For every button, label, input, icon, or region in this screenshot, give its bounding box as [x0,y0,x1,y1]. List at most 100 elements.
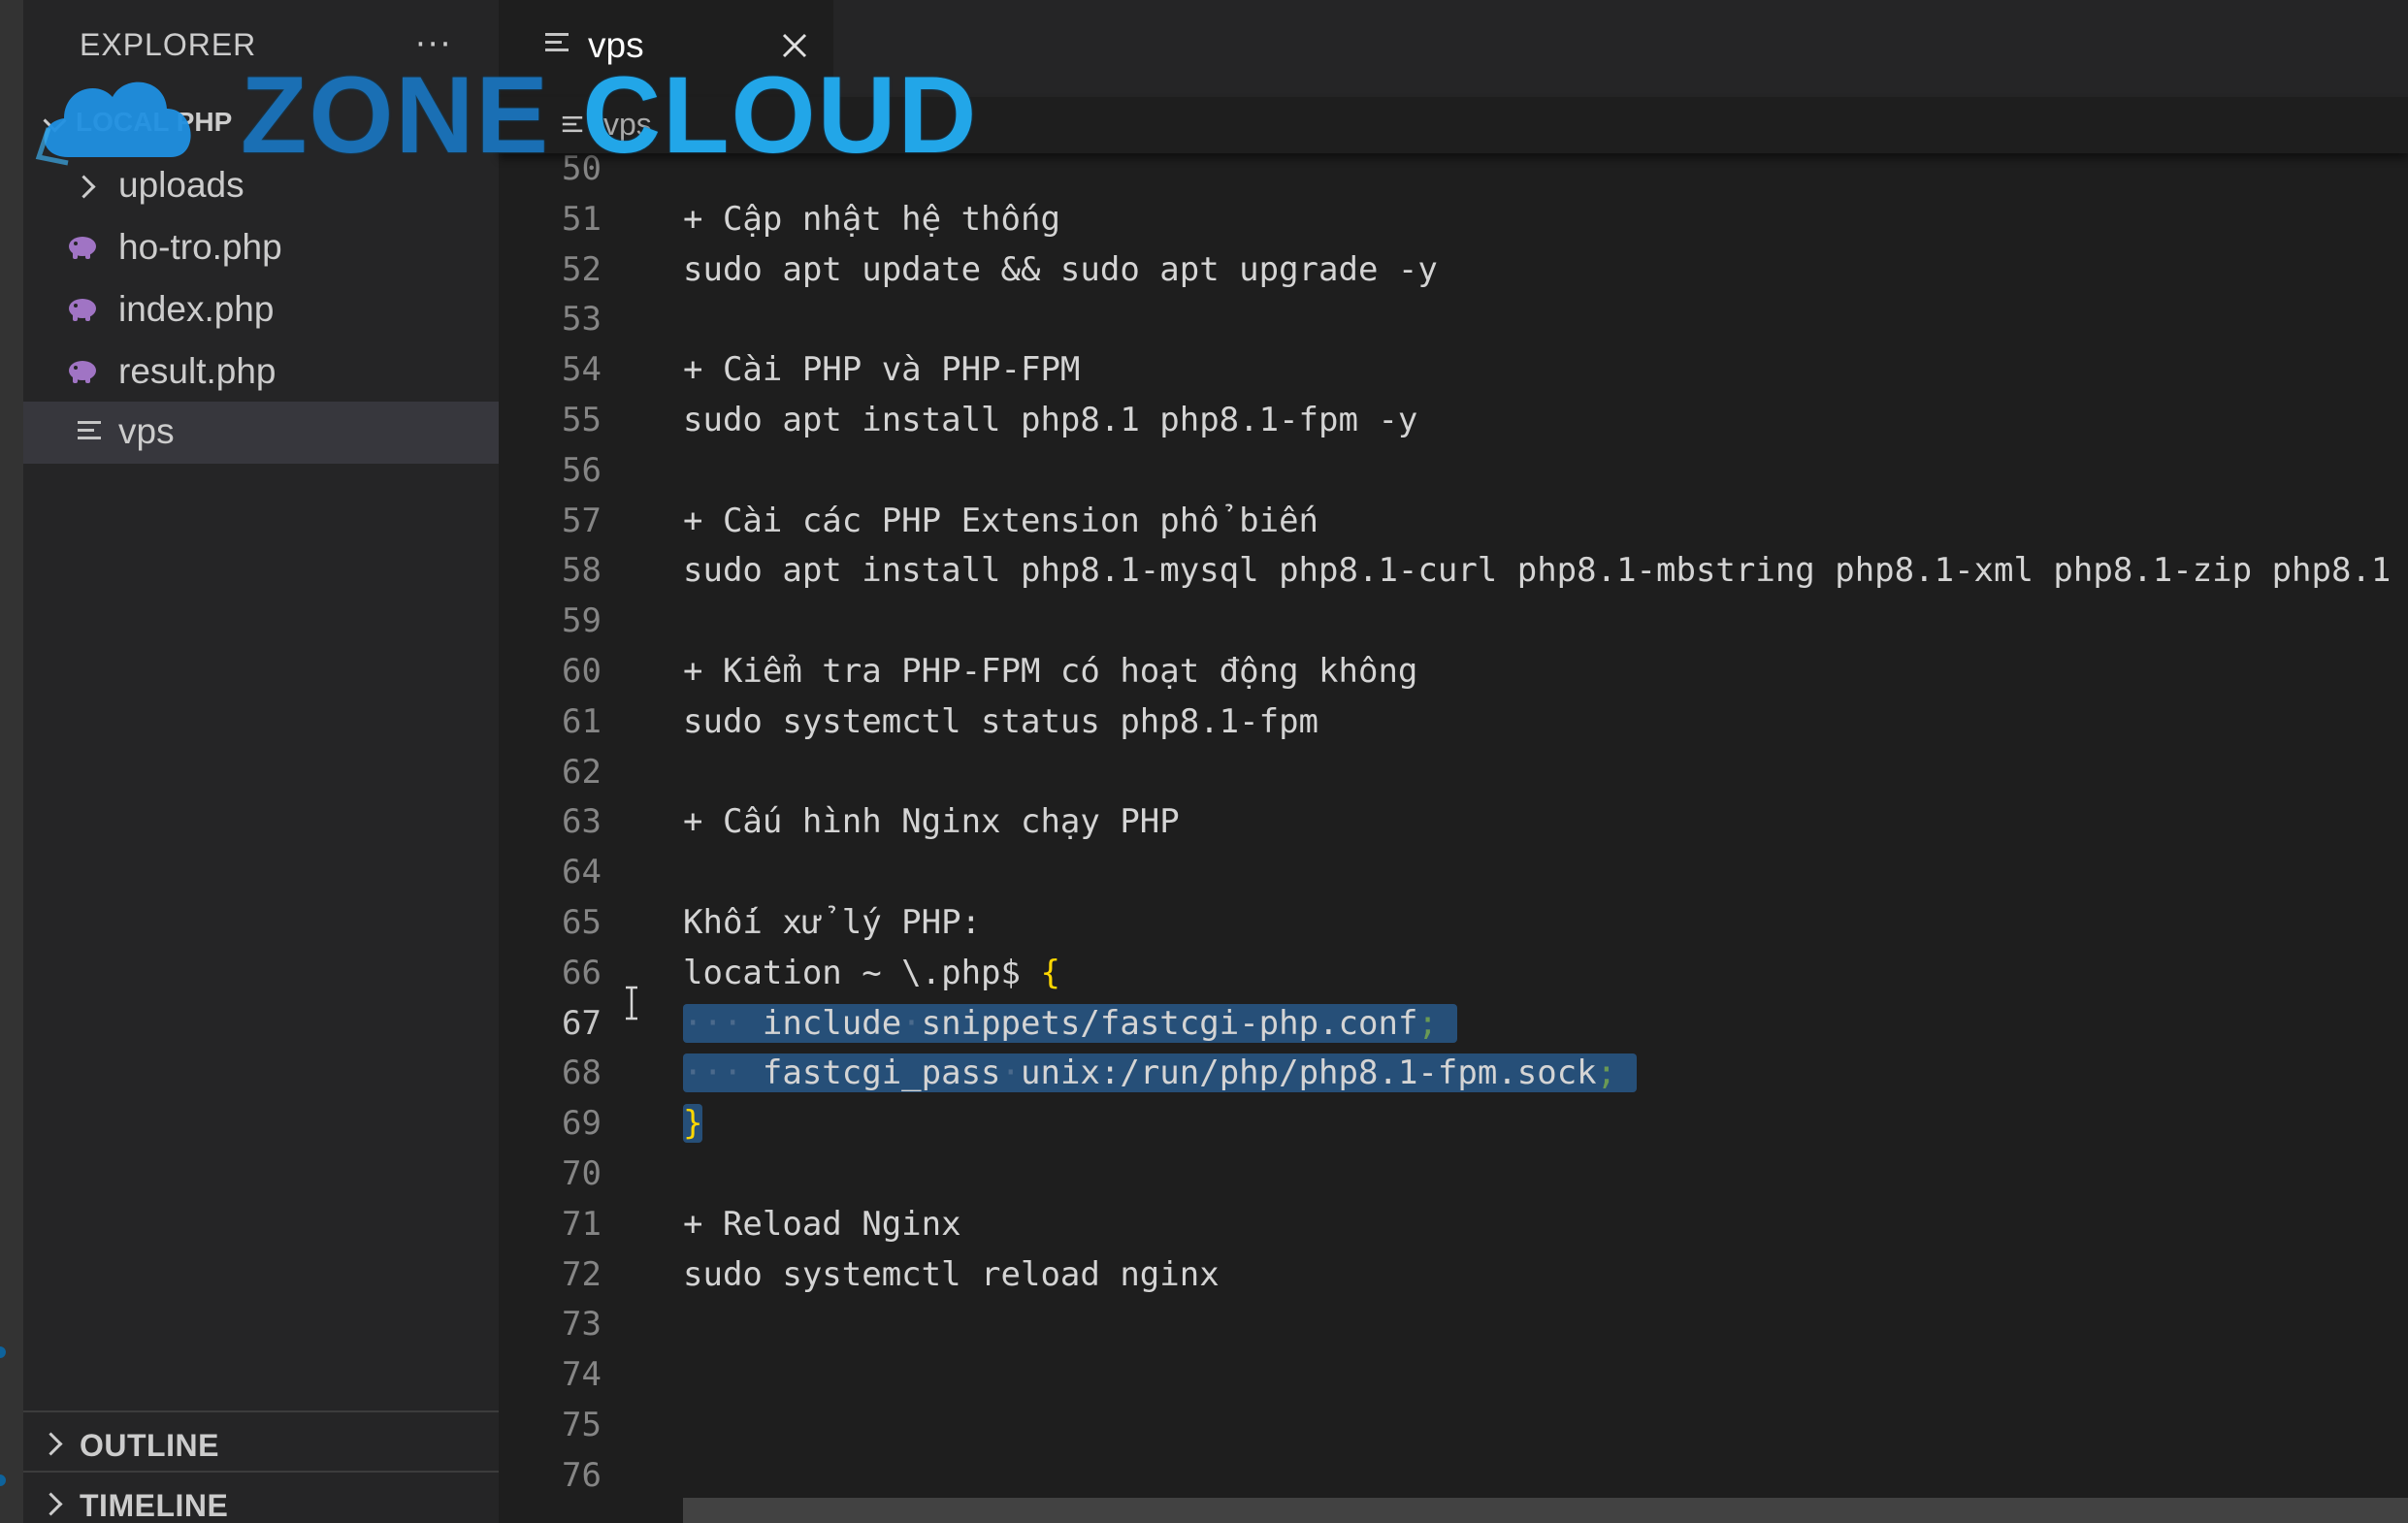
explorer-sidebar: EXPLORER ··· LOCAL PHP uploads ho-tro.ph… [23,0,499,1523]
cloud-logo-icon [35,81,191,166]
line-content: + Cấu hình Nginx chạy PHP [683,802,1180,842]
watermark-word-cloud: CLOUD [582,54,979,176]
code-line[interactable]: 65 Khối xử lý PHP: [499,897,2408,948]
code-line[interactable]: 73 [499,1299,2408,1349]
activity-indicator-icon [0,1346,6,1358]
line-number: 66 [562,953,602,992]
code-line[interactable]: 61 sudo systemctl status php8.1-fpm [499,697,2408,747]
vscode-window: EXPLORER ··· LOCAL PHP uploads ho-tro.ph… [0,0,2408,1523]
code-editor[interactable]: 76 75 74 73 72 sudo systemctl reload nginx 71 +… [499,153,2408,1523]
code-line[interactable]: 60 + Kiểm tra PHP-FPM có hoạt động không [499,646,2408,697]
line-number: 60 [562,652,602,691]
line-content: sudo apt install php8.1 php8.1-fpm -y [683,401,1418,439]
line-number: 55 [562,401,602,439]
code-line[interactable]: 67 ··· include·snippets/fastcgi-php.conf; [499,998,2408,1049]
line-content: sudo systemctl reload nginx [683,1254,1220,1294]
php-elephant-icon [69,299,96,321]
tree-item-label: result.php [118,351,277,391]
tree-item-label: ho-tro.php [118,227,282,267]
line-number: 64 [562,853,602,892]
code-line[interactable]: 58 sudo apt install php8.1-mysql php8.1-c… [499,545,2408,596]
activity-indicator-icon [0,1474,6,1486]
code-line[interactable]: 69} [499,1098,2408,1149]
line-number: 68 [562,1053,602,1093]
line-number: 52 [562,249,602,289]
chevron-right-icon [72,175,96,199]
activity-bar [0,0,23,1523]
outline-label: OUTLINE [80,1428,219,1463]
chevron-right-icon [39,1492,63,1516]
line-number: 51 [562,199,602,239]
tree-item-vps[interactable]: vps [23,402,499,464]
code-line[interactable]: 52 sudo apt update && sudo apt upgrade -y [499,244,2408,295]
line-content: sudo systemctl status php8.1-fpm [683,701,1319,741]
line-number: 58 [562,551,602,591]
code-line[interactable]: 54 + Cài PHP và PHP-FPM [499,344,2408,395]
line-content: ··· include·snippets/fastcgi-php.conf; [683,998,1458,1049]
code-line[interactable]: 74 [499,1349,2408,1400]
code-line[interactable]: 71 + Reload Nginx [499,1199,2408,1249]
line-number: 72 [562,1254,602,1294]
code-line[interactable]: 64 [499,847,2408,897]
code-line[interactable]: 76 [499,1450,2408,1501]
line-number: 75 [562,1406,602,1444]
explorer-title: EXPLORER [80,27,257,62]
zone-cloud-watermark: ZONE CLOUD [29,54,976,176]
line-content: } [683,1104,703,1144]
code-line[interactable]: 57 + Cài các PHP Extension phổ biến [499,496,2408,546]
line-number: 53 [562,300,602,340]
line-number: 59 [562,601,602,641]
line-number: 56 [562,450,602,490]
horizontal-scrollbar[interactable] [683,1498,2408,1523]
line-number: 71 [562,1204,602,1244]
code-line[interactable]: 63 + Cấu hình Nginx chạy PHP [499,796,2408,847]
outline-section[interactable]: OUTLINE [23,1410,499,1473]
line-number: 57 [562,501,602,540]
tree-item-label: index.php [118,289,275,329]
line-content: location ~ \.php$ { [683,953,1060,992]
code-line[interactable]: 70 [499,1149,2408,1199]
timeline-label: TIMELINE [80,1488,229,1523]
code-line[interactable]: 66 location ~ \.php$ { [499,948,2408,998]
line-content: ··· fastcgi_pass·unix:/run/php/php8.1-fp… [683,1048,1637,1098]
line-content: Khối xử lý PHP: [683,903,982,942]
line-number: 62 [562,752,602,792]
line-number: 54 [562,350,602,390]
watermark-word-zone: ZONE [241,54,551,176]
code-line[interactable]: 51 + Cập nhật hệ thống [499,194,2408,244]
watermark-text: ZONE CLOUD [241,52,978,178]
code-line[interactable]: 59 [499,596,2408,646]
code-line[interactable]: 56 [499,445,2408,496]
code-line[interactable]: 55 sudo apt install php8.1 php8.1-fpm -y [499,395,2408,445]
tree-item-index-php[interactable]: index.php [23,279,499,341]
tree-item-label: uploads [118,165,244,205]
line-content: + Cài PHP và PHP-FPM [683,350,1081,390]
tree-item-result-php[interactable]: result.php [23,341,499,404]
code-line[interactable]: 72 sudo systemctl reload nginx [499,1249,2408,1300]
line-content: + Cài các PHP Extension phổ biến [683,501,1319,540]
code-line[interactable]: 62 [499,747,2408,797]
line-number: 67 [562,1003,602,1043]
code-line[interactable]: 68 ··· fastcgi_pass·unix:/run/php/php8.1-… [499,1048,2408,1098]
timeline-section[interactable]: TIMELINE [23,1471,499,1523]
tree-item-ho-tro-php[interactable]: ho-tro.php [23,217,499,279]
tree-item-label: vps [118,411,175,451]
text-cursor-icon [626,986,637,1021]
line-number: 63 [562,802,602,842]
line-number: 61 [562,701,602,741]
line-content: + Reload Nginx [683,1204,961,1244]
line-number: 76 [562,1455,602,1495]
line-content: sudo apt update && sudo apt upgrade -y [683,249,1438,289]
php-elephant-icon [69,361,96,383]
code-line[interactable]: 53 [499,294,2408,344]
line-content: + Kiểm tra PHP-FPM có hoạt động không [683,652,1418,691]
code-line[interactable]: 75 [499,1400,2408,1450]
line-number: 73 [562,1305,602,1345]
line-number: 74 [562,1355,602,1395]
php-elephant-icon [69,237,96,259]
line-number: 65 [562,903,602,942]
line-content: + Cập nhật hệ thống [683,199,1060,239]
line-number: 69 [562,1104,602,1144]
line-number: 70 [562,1154,602,1193]
text-file-icon [78,421,101,446]
